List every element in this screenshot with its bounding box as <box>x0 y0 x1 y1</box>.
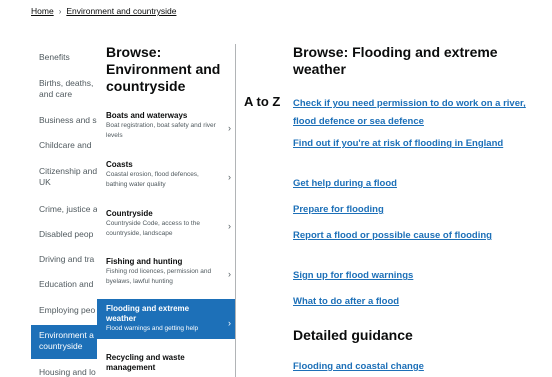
topic-item-education[interactable]: Education and <box>31 279 97 290</box>
topic-item-births-deaths[interactable]: Births, deaths, and care <box>31 78 97 100</box>
topic-item-label-line2: countryside <box>39 341 83 351</box>
list-item: Sign up for flood warnings <box>293 265 533 283</box>
topic-item-label-line2: UK <box>39 177 51 187</box>
subtopic-item-recycling[interactable]: Recycling and waste management <box>97 353 235 373</box>
chevron-right-icon: › <box>228 123 231 133</box>
link-flooding-coastal-change[interactable]: Flooding and coastal change <box>293 361 424 372</box>
link-permission-river-work[interactable]: Check if you need permission to do work … <box>293 98 526 127</box>
subtopic-item-countryside[interactable]: Countryside Countryside Code, access to … <box>97 209 235 239</box>
link-report-flood[interactable]: Report a flood or possible cause of floo… <box>293 230 492 241</box>
topic-item-employing-people[interactable]: Employing peo <box>31 305 97 316</box>
breadcrumb-home-link[interactable]: Home <box>31 6 54 16</box>
subtopic-item-fishing[interactable]: Fishing and hunting Fishing rod licences… <box>97 257 235 287</box>
link-flood-warnings[interactable]: Sign up for flood warnings <box>293 270 413 281</box>
topic-item-label: Benefits <box>39 52 70 62</box>
subtopic-item-title: Coasts <box>106 160 133 169</box>
chevron-right-icon: › <box>228 221 231 231</box>
link-help-during-flood[interactable]: Get help during a flood <box>293 178 397 189</box>
chevron-right-icon: › <box>228 318 231 328</box>
subtopic-item-title: Fishing and hunting <box>106 257 183 266</box>
subtopic-column: Browse: Environment and countryside Boat… <box>97 44 236 377</box>
chevron-right-icon: › <box>228 269 231 279</box>
topic-item-disabled-people[interactable]: Disabled peop <box>31 229 97 240</box>
link-flood-risk[interactable]: Find out if you're at risk of flooding i… <box>293 138 503 149</box>
topic-item-label: Business and s <box>39 115 97 125</box>
list-item: Prepare for flooding <box>293 199 533 217</box>
subtopic-item-title: Flooding and extreme weather <box>106 304 190 323</box>
list-item: Check if you need permission to do work … <box>293 93 533 129</box>
topic-item-label: Housing and lo <box>39 367 96 377</box>
topic-item-housing[interactable]: Housing and lo <box>31 367 97 377</box>
subtopic-item-desc: Countryside Code, access to the countrys… <box>106 220 200 237</box>
link-after-flood[interactable]: What to do after a flood <box>293 296 399 307</box>
topic-item-label: Environment a <box>39 330 94 340</box>
main-content: Browse: Flooding and extreme weather Che… <box>293 44 543 372</box>
topic-item-label: Crime, justice a <box>39 204 97 214</box>
list-item: Get help during a flood <box>293 173 533 191</box>
subtopic-item-flooding[interactable]: Flooding and extreme weather Flood warni… <box>97 299 235 339</box>
breadcrumb-separator-icon: › <box>58 6 62 16</box>
page-title: Browse: Flooding and extreme weather <box>293 44 498 77</box>
breadcrumb: Home › Environment and countryside <box>31 6 176 16</box>
subtopic-item-title: Countryside <box>106 209 153 218</box>
topic-item-environment[interactable]: Environment a countryside <box>31 325 97 359</box>
topic-item-driving[interactable]: Driving and tra <box>31 254 97 265</box>
subtopic-column-title: Browse: Environment and countryside <box>106 44 221 94</box>
topic-item-childcare[interactable]: Childcare and <box>31 140 97 151</box>
topic-item-business[interactable]: Business and s <box>31 115 97 126</box>
topic-item-label: Births, deaths, <box>39 78 94 88</box>
subtopic-item-desc: Flood warnings and getting help <box>106 325 199 332</box>
subtopic-item-title: Recycling and waste management <box>106 353 185 372</box>
topic-item-label-line2: and care <box>39 89 73 99</box>
chevron-right-icon: › <box>228 172 231 182</box>
topic-item-label: Education and <box>39 279 94 289</box>
topic-item-label: Childcare and <box>39 140 92 150</box>
subtopic-item-title: Boats and waterways <box>106 111 188 120</box>
subtopic-item-desc: Boat registration, boat safety and river… <box>106 122 216 139</box>
list-item: Find out if you're at risk of flooding i… <box>293 133 533 151</box>
topic-item-label: Disabled peop <box>39 229 94 239</box>
topic-item-citizenship[interactable]: Citizenship and UK <box>31 166 97 188</box>
subtopic-item-desc: Fishing rod licences, permission and bye… <box>106 268 212 285</box>
subtopic-item-boats[interactable]: Boats and waterways Boat registration, b… <box>97 111 235 141</box>
link-prepare-flooding[interactable]: Prepare for flooding <box>293 204 384 215</box>
subtopic-item-coasts[interactable]: Coasts Coastal erosion, flood defences, … <box>97 160 235 190</box>
a-to-z-label: A to Z <box>244 94 281 109</box>
topic-item-label: Driving and tra <box>39 254 95 264</box>
subtopic-item-desc: Coastal erosion, flood defences, bathing… <box>106 171 199 188</box>
breadcrumb-current-link[interactable]: Environment and countryside <box>66 6 176 16</box>
list-item: Report a flood or possible cause of floo… <box>293 225 533 243</box>
topic-column: Benefits Births, deaths, and care Busines… <box>31 44 97 377</box>
topic-item-label: Citizenship and <box>39 166 97 176</box>
list-item: What to do after a flood <box>293 291 533 309</box>
detailed-guidance-heading: Detailed guidance <box>293 327 413 343</box>
topic-item-label: Employing peo <box>39 305 96 315</box>
topic-item-crime-justice[interactable]: Crime, justice a <box>31 204 97 215</box>
topic-item-benefits[interactable]: Benefits <box>31 52 97 63</box>
